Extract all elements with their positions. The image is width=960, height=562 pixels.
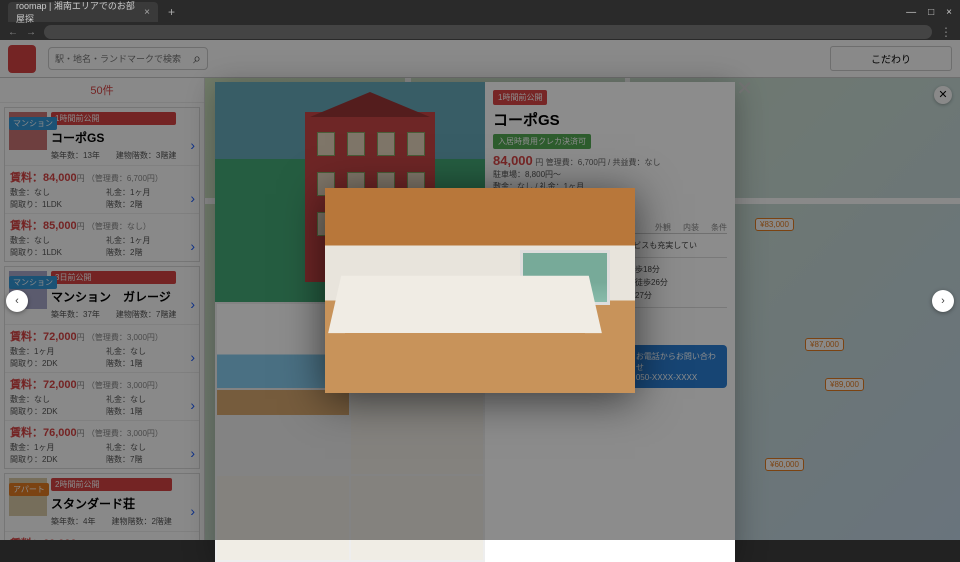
- tab-title: roomap | 湘南エリアでのお部屋探: [16, 0, 138, 25]
- window-close-icon[interactable]: ×: [946, 7, 952, 18]
- lightbox-overlay[interactable]: ‹ ›: [0, 40, 960, 540]
- address-bar[interactable]: [44, 25, 932, 39]
- new-tab-button[interactable]: +: [162, 5, 181, 19]
- lightbox-image: [325, 188, 635, 393]
- back-icon[interactable]: ←: [8, 27, 18, 38]
- browser-tab[interactable]: roomap | 湘南エリアでのお部屋探 ×: [8, 2, 158, 22]
- menu-icon[interactable]: ⋮: [940, 25, 952, 39]
- forward-icon[interactable]: →: [26, 27, 36, 38]
- lightbox-next-icon[interactable]: ›: [932, 290, 954, 312]
- maximize-icon[interactable]: □: [928, 7, 934, 18]
- lightbox-prev-icon[interactable]: ‹: [6, 290, 28, 312]
- minimize-icon[interactable]: —: [906, 7, 916, 18]
- browser-chrome: roomap | 湘南エリアでのお部屋探 × + — □ × ← → ⋮: [0, 0, 960, 40]
- tab-close-icon[interactable]: ×: [144, 7, 150, 18]
